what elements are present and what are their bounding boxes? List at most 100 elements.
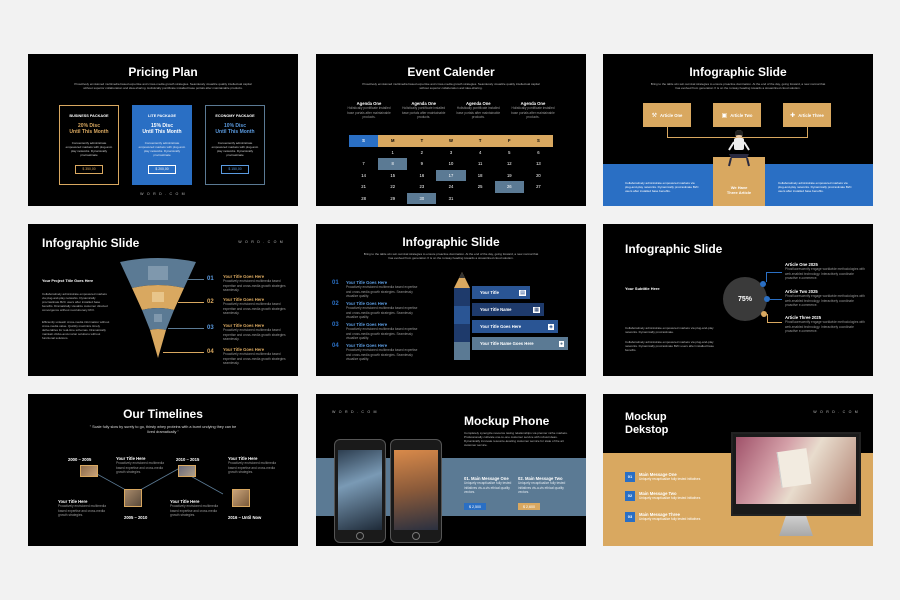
chart-icon: ▤ xyxy=(519,289,526,296)
calendar-day[interactable]: 4 xyxy=(466,147,495,159)
card-price-button[interactable]: $ 150,00 xyxy=(221,164,249,174)
calendar-day[interactable]: 7 xyxy=(349,158,378,170)
price-button[interactable]: $ 2,600 xyxy=(518,503,540,510)
slide-title: Mockup Phone xyxy=(464,414,550,428)
article-label: Article One xyxy=(660,112,683,118)
calendar-day[interactable]: 5 xyxy=(495,147,524,159)
bar-label: Your Title Goes Here xyxy=(480,324,522,329)
calendar-day[interactable]: 22 xyxy=(378,181,407,193)
event-desc: Proactively envisioned multimedia based … xyxy=(116,461,165,474)
clipboard-icon: ▦ xyxy=(533,306,540,313)
step-desc: Proactively envisioned multimedia based … xyxy=(346,348,418,361)
slide-title: Our Timelines xyxy=(123,407,203,421)
slide-infographic-pie[interactable]: Infographic Slide Your Subtitle Here Col… xyxy=(603,224,873,376)
article-desc: Phosfluorescently engage worldwide metho… xyxy=(785,320,865,333)
calendar-day[interactable]: 19 xyxy=(495,170,524,182)
calendar-week: 14 15 16 17 18 19 20 xyxy=(349,169,553,182)
home-button[interactable] xyxy=(412,532,420,540)
bar-label: Your Title xyxy=(480,290,499,295)
calendar-day[interactable]: 10 xyxy=(436,158,465,170)
calendar-day[interactable]: 24 xyxy=(436,181,465,193)
phone-screen xyxy=(338,450,382,530)
item-desc: Uniquely recaptiualize fully tested init… xyxy=(639,517,701,521)
calendar-day[interactable]: 16 xyxy=(407,170,436,182)
agenda-item: Agenda One Holistically pontificate insta… xyxy=(401,101,447,120)
day-header: W xyxy=(436,135,466,147)
calendar-day[interactable]: 29 xyxy=(378,193,407,205)
timeline-years: 2010 – 2015 xyxy=(176,457,200,462)
step-number: 02 xyxy=(207,299,214,305)
card-name: ECONOMY PACKAGE xyxy=(215,114,255,118)
calendar-day[interactable]: 13 xyxy=(524,158,553,170)
calendar-day[interactable]: 3 xyxy=(436,147,465,159)
user-icon: ● xyxy=(558,340,564,347)
calendar-day[interactable]: 6 xyxy=(524,147,553,159)
calendar-day[interactable]: 2 xyxy=(407,147,436,159)
slide-pricing-plan[interactable]: Pricing Plan Proactively envisioned mult… xyxy=(28,54,298,206)
calendar-day[interactable]: 20 xyxy=(524,170,553,182)
calendar-day[interactable]: 25 xyxy=(466,181,495,193)
calendar-day[interactable]: 28 xyxy=(349,193,378,205)
card-desc: Conveniently administrate empowered mark… xyxy=(65,141,113,157)
calendar-day[interactable]: 9 xyxy=(407,158,436,170)
slide-event-calendar[interactable]: Event Calender Proactively envisioned mu… xyxy=(316,54,586,206)
footer-text-right: Collaboratively administrate empowered m… xyxy=(778,181,852,193)
pencil-graphic xyxy=(454,272,470,360)
calendar-day[interactable]: 27 xyxy=(524,181,553,193)
slide-title: Infographic Slide xyxy=(42,236,140,250)
calendar-day[interactable]: 23 xyxy=(407,181,436,193)
agenda-desc: Holistically pontificate installed base … xyxy=(511,106,555,119)
slide-infographic-pencil[interactable]: Infographic Slide Bring to the table win… xyxy=(316,224,586,376)
step-desc: Proactively envisioned multimedia based … xyxy=(223,279,286,292)
timeline-years: 2016 – Until Now xyxy=(228,515,262,520)
event-desc: Proactively envisioned multimedia based … xyxy=(228,461,277,474)
card-desc: Conveniently administrate empowered mark… xyxy=(138,141,186,157)
title-line-2: Dekstop xyxy=(625,424,669,436)
article-item: Article One 2025 Phosfluorescently engag… xyxy=(785,262,865,281)
card-price-button[interactable]: $ 200,00 xyxy=(148,164,176,174)
connector-line xyxy=(767,322,782,323)
agenda-desc: Holistically pontificate installed base … xyxy=(456,106,501,119)
agenda-row: Agenda One Holistically pontificate insta… xyxy=(346,101,556,120)
home-button[interactable] xyxy=(356,532,364,540)
connector-line xyxy=(767,314,768,322)
calendar-day[interactable]: 1 xyxy=(378,147,407,159)
calendar-day[interactable]: 26 xyxy=(494,181,524,193)
price-button[interactable]: $ 2,500 xyxy=(464,503,486,510)
calendar-day[interactable]: 17 xyxy=(436,169,466,181)
list-item: 03 Main Message Three Uniquely recaptiual… xyxy=(625,512,725,522)
slide-title: Infographic Slide xyxy=(625,242,723,256)
calendar-day[interactable]: 11 xyxy=(466,158,495,170)
shield-icon: ◈ xyxy=(548,323,554,330)
connector-line xyxy=(178,279,204,280)
slide-intro: Bring to the table win-win survival stra… xyxy=(363,252,539,260)
bar-item: Your Title Goes Here ◈ xyxy=(472,320,558,333)
calendar-day[interactable]: 14 xyxy=(349,170,378,182)
calendar-day[interactable]: 31 xyxy=(436,193,465,205)
slide-mockup-phone[interactable]: W O R D . C O M Mockup Phone Completely … xyxy=(316,394,586,546)
message-desc: Uniquely recaptiualize fully tested init… xyxy=(518,481,566,494)
calendar-day[interactable]: 21 xyxy=(349,181,378,193)
article-desc: Phosfluorescently engage worldwide metho… xyxy=(785,294,865,307)
card-price-button[interactable]: $ 350,00 xyxy=(75,164,103,174)
calendar-day[interactable]: 30 xyxy=(407,192,437,204)
day-header: S xyxy=(349,135,379,147)
calendar-day[interactable]: 8 xyxy=(378,158,408,170)
bar-item: Your Title ▤ xyxy=(472,286,530,299)
slide-timelines[interactable]: Our Timelines " Scale fully slow by sure… xyxy=(28,394,298,546)
list-item: 03 Your Title Goes Here Proactively envis… xyxy=(332,322,422,341)
timeline-event: Your Title Here Proactively envisioned m… xyxy=(116,456,164,475)
slide-infographic-articles[interactable]: Infographic Slide Bring to the table win… xyxy=(603,54,873,206)
slide-mockup-desktop[interactable]: Mockup Dekstop W O R D . C O M 01 Main M… xyxy=(603,394,873,546)
timeline-event: Your Title Here Proactively envisioned m… xyxy=(228,456,276,475)
timeline-event: Your Title Here Proactively envisioned m… xyxy=(58,499,106,518)
list-item: 02 Your Title Goes Here Proactively envis… xyxy=(332,301,422,320)
calendar-day[interactable]: 15 xyxy=(378,170,407,182)
message-block: 01. Main Message One Uniquely recaptiual… xyxy=(464,476,512,513)
calendar-day[interactable]: 12 xyxy=(495,158,524,170)
calendar-day[interactable]: 18 xyxy=(466,170,495,182)
quote-text: " Scale fully slow by surely to go, thir… xyxy=(89,425,237,434)
subtitle: Your Subtitle Here xyxy=(625,286,660,291)
slide-title: Event Calender xyxy=(407,65,495,79)
slide-infographic-funnel[interactable]: Infographic Slide W O R D . C O M Your P… xyxy=(28,224,298,376)
